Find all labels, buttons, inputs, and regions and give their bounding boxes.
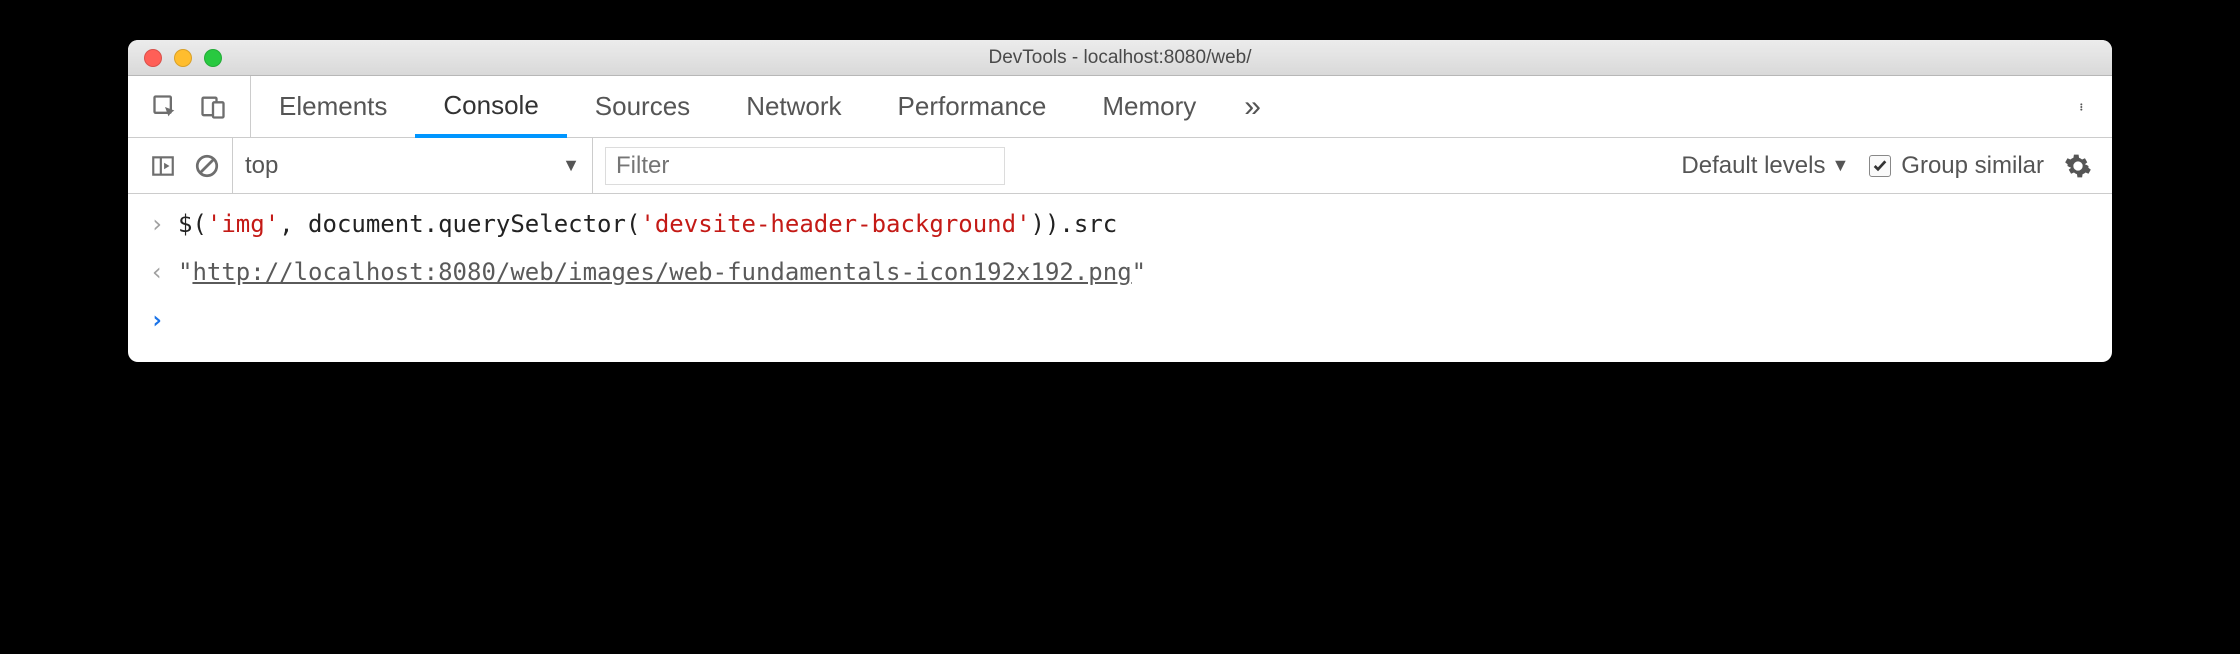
tabs-overflow-icon[interactable]: » — [1224, 76, 1281, 137]
checkbox-icon — [1869, 155, 1891, 177]
window-controls — [128, 49, 222, 67]
levels-label: Default levels — [1681, 152, 1825, 180]
filter-input[interactable] — [605, 147, 1005, 185]
filter-group — [593, 138, 1017, 193]
output-url-link[interactable]: http://localhost:8080/web/images/web-fun… — [192, 258, 1131, 286]
console-output: › $('img', document.querySelector('devsi… — [128, 194, 2112, 362]
toolbar-left — [138, 138, 233, 193]
console-output-value: "http://localhost:8080/web/images/web-fu… — [178, 254, 1146, 290]
toggle-sidebar-icon[interactable] — [150, 153, 176, 179]
panel-tabs: Elements Console Sources Network Perform… — [128, 76, 2112, 138]
close-icon[interactable] — [144, 49, 162, 67]
console-input-code: $('img', document.querySelector('devsite… — [178, 206, 1117, 242]
gear-icon[interactable] — [2064, 152, 2092, 180]
console-prompt-input[interactable] — [178, 302, 192, 338]
tab-memory[interactable]: Memory — [1074, 76, 1224, 137]
clear-console-icon[interactable] — [194, 153, 220, 179]
console-input-row: › $('img', document.querySelector('devsi… — [128, 200, 2112, 248]
input-prompt-icon: › — [148, 206, 166, 242]
tab-elements[interactable]: Elements — [251, 76, 415, 137]
minimize-icon[interactable] — [174, 49, 192, 67]
tab-performance[interactable]: Performance — [870, 76, 1075, 137]
console-prompt-row[interactable]: › — [128, 296, 2112, 344]
inspect-icon[interactable] — [150, 92, 180, 122]
context-selector[interactable]: top ▼ — [233, 138, 593, 193]
maximize-icon[interactable] — [204, 49, 222, 67]
devtools-window: DevTools - localhost:8080/web/ Elements … — [128, 40, 2112, 362]
chevron-down-icon: ▼ — [1831, 155, 1849, 176]
group-similar-toggle[interactable]: Group similar — [1869, 152, 2044, 180]
output-prompt-icon: ‹ — [148, 254, 166, 290]
tab-console[interactable]: Console — [415, 76, 566, 138]
levels-selector[interactable]: Default levels ▼ — [1681, 152, 1849, 180]
console-toolbar: top ▼ Default levels ▼ Group similar — [128, 138, 2112, 194]
context-label: top — [245, 152, 278, 180]
toolbar-right: Default levels ▼ Group similar — [1681, 152, 2102, 180]
group-similar-label: Group similar — [1901, 152, 2044, 180]
window-title: DevTools - localhost:8080/web/ — [128, 47, 2112, 69]
titlebar: DevTools - localhost:8080/web/ — [128, 40, 2112, 76]
tab-network[interactable]: Network — [718, 76, 869, 137]
tabs-left-tools — [128, 76, 251, 137]
prompt-icon: › — [148, 302, 166, 338]
console-output-row: ‹ "http://localhost:8080/web/images/web-… — [128, 248, 2112, 296]
kebab-menu-icon[interactable] — [2056, 76, 2112, 137]
chevron-down-icon: ▼ — [562, 155, 580, 176]
tab-sources[interactable]: Sources — [567, 76, 718, 137]
device-toggle-icon[interactable] — [198, 92, 228, 122]
